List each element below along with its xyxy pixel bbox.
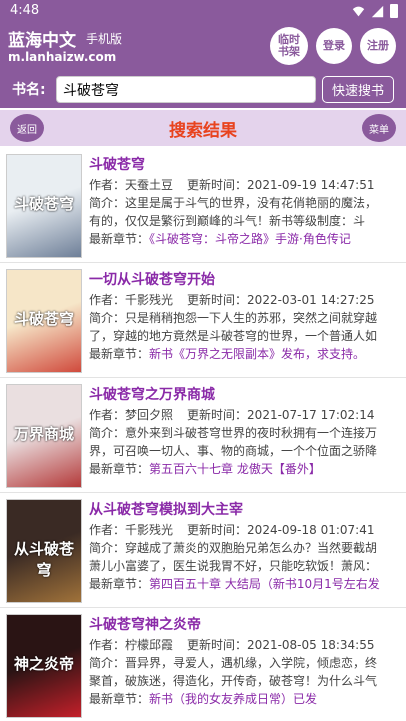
updated-time: 2024-09-18 01:07:41 bbox=[247, 523, 375, 537]
latest-chapter-link[interactable]: 第五百六十七章 龙傲天【番外】 bbox=[149, 462, 321, 476]
book-cover[interactable]: 神之炎帝 bbox=[6, 614, 82, 718]
page-title: 搜索结果 bbox=[169, 121, 237, 141]
search-label: 书名: bbox=[12, 82, 46, 98]
updated-time: 2022-03-01 14:27:25 bbox=[247, 293, 375, 307]
book-title[interactable]: 斗破苍穹神之炎帝 bbox=[89, 614, 402, 636]
author-label: 作者： bbox=[89, 293, 126, 307]
login-button[interactable]: 登录 bbox=[316, 28, 352, 64]
result-item[interactable]: 斗破苍穹 一切从斗破苍穹开始 作者：千影残光 更新时间：2022-03-01 14… bbox=[0, 263, 406, 378]
intro-label: 简介： bbox=[89, 541, 126, 555]
cover-title: 神之炎帝 bbox=[13, 655, 74, 673]
book-intro-line1: 晋异界，寻爱人，遇机缘，入学院，倾虑恋，终 bbox=[125, 656, 378, 670]
status-icons bbox=[352, 4, 398, 18]
author-label: 作者： bbox=[89, 408, 126, 422]
intro-label: 简介： bbox=[89, 196, 126, 210]
updated-label: 更新时间： bbox=[187, 523, 248, 537]
book-intro-line1: 这里是属于斗气的世界，没有花俏艳丽的魔法， bbox=[125, 196, 378, 210]
book-author[interactable]: 千影残光 bbox=[125, 293, 173, 307]
book-title[interactable]: 从斗破苍穹模拟到大主宰 bbox=[89, 499, 402, 521]
book-intro-line1: 只是稍稍抱怨一下人生的苏邪，突然之间就穿越 bbox=[125, 311, 378, 325]
quick-search-button[interactable]: 快速搜书 bbox=[322, 76, 394, 103]
book-author[interactable]: 千影残光 bbox=[125, 523, 173, 537]
site-url: m.lanhaizw.com bbox=[8, 50, 117, 64]
latest-chapter-link[interactable]: 新书（我的女友养成日常）已发 bbox=[149, 692, 317, 706]
author-label: 作者： bbox=[89, 178, 126, 192]
book-intro-line2: 有的，仅仅是繁衍到巅峰的斗气！新书等级制度：斗 bbox=[89, 214, 366, 228]
intro-label: 简介： bbox=[89, 311, 126, 325]
updated-time: 2021-07-17 17:02:14 bbox=[247, 408, 375, 422]
search-results-list: 斗破苍穹 斗破苍穹 作者：天蚕土豆 更新时间：2021-09-19 14:47:5… bbox=[0, 148, 406, 721]
latest-label: 最新章节： bbox=[89, 232, 150, 246]
status-bar: 4:48 bbox=[0, 0, 406, 22]
latest-label: 最新章节： bbox=[89, 347, 150, 361]
search-bar: 书名: 快速搜书 bbox=[0, 70, 406, 108]
site-subtitle: 手机版 bbox=[86, 32, 123, 46]
result-item[interactable]: 斗破苍穹 斗破苍穹 作者：天蚕土豆 更新时间：2021-09-19 14:47:5… bbox=[0, 148, 406, 263]
latest-chapter-link[interactable]: 新书《万界之无限副本》发布，求支持。 bbox=[149, 347, 365, 361]
updated-label: 更新时间： bbox=[187, 293, 248, 307]
book-intro-line2: 界，可召唤一切人、事、物的商城，一个个位面之骄降 bbox=[89, 444, 378, 458]
latest-label: 最新章节： bbox=[89, 462, 150, 476]
intro-label: 简介： bbox=[89, 426, 126, 440]
latest-label: 最新章节： bbox=[89, 692, 150, 706]
book-cover[interactable]: 斗破苍穹 bbox=[6, 154, 82, 258]
cover-title: 斗破苍穹 bbox=[13, 310, 74, 328]
author-label: 作者： bbox=[89, 523, 126, 537]
book-title[interactable]: 一切从斗破苍穹开始 bbox=[89, 269, 402, 291]
wifi-icon bbox=[352, 6, 365, 16]
updated-label: 更新时间： bbox=[187, 638, 248, 652]
updated-time: 2021-08-05 18:34:55 bbox=[247, 638, 375, 652]
result-item[interactable]: 神之炎帝 斗破苍穹神之炎帝 作者：柠檬邱霞 更新时间：2021-08-05 18:… bbox=[0, 608, 406, 721]
result-item[interactable]: 万界商城 斗破苍穹之万界商城 作者：梦回夕照 更新时间：2021-07-17 17… bbox=[0, 378, 406, 493]
site-header: 蓝海中文 手机版 m.lanhaizw.com 临时 书架 登录 注册 bbox=[0, 22, 406, 70]
cover-title: 万界商城 bbox=[13, 425, 74, 443]
book-author[interactable]: 天蚕土豆 bbox=[125, 178, 173, 192]
latest-chapter-link[interactable]: 第四百五十章 大结局（新书10月1号左右发 bbox=[149, 577, 380, 591]
book-cover[interactable]: 万界商城 bbox=[6, 384, 82, 488]
menu-button[interactable]: 菜单 bbox=[362, 114, 396, 142]
updated-label: 更新时间： bbox=[187, 408, 248, 422]
latest-label: 最新章节： bbox=[89, 577, 150, 591]
cover-title: 从斗破苍穹 bbox=[13, 540, 74, 579]
book-cover[interactable]: 从斗破苍穹 bbox=[6, 499, 82, 603]
updated-label: 更新时间： bbox=[187, 178, 248, 192]
book-title[interactable]: 斗破苍穹之万界商城 bbox=[89, 384, 402, 406]
book-author[interactable]: 梦回夕照 bbox=[125, 408, 173, 422]
status-time: 4:48 bbox=[10, 3, 40, 18]
signal-icon bbox=[371, 5, 384, 17]
intro-label: 简介： bbox=[89, 656, 126, 670]
book-author[interactable]: 柠檬邱霞 bbox=[125, 638, 173, 652]
book-intro-line1: 穿越成了萧炎的双胞胎兄弟怎么办？当然要截胡 bbox=[125, 541, 378, 555]
book-intro-line1: 意外来到斗破苍穹世界的夜时秋拥有一个连接万 bbox=[125, 426, 378, 440]
book-title[interactable]: 斗破苍穹 bbox=[89, 154, 402, 176]
site-name[interactable]: 蓝海中文 bbox=[8, 26, 76, 51]
latest-chapter-link[interactable]: 《斗破苍穹：斗帝之路》手游·角色传记 bbox=[149, 232, 351, 246]
register-button[interactable]: 注册 bbox=[360, 28, 396, 64]
book-cover[interactable]: 斗破苍穹 bbox=[6, 269, 82, 373]
cover-title: 斗破苍穹 bbox=[13, 195, 74, 213]
book-intro-line2: 了，穿越的地方竟然是斗破苍穹的世界，一个普通人如 bbox=[89, 329, 378, 343]
bookshelf-button[interactable]: 临时 书架 bbox=[270, 27, 308, 65]
updated-time: 2021-09-19 14:47:51 bbox=[247, 178, 375, 192]
search-input[interactable] bbox=[56, 76, 316, 103]
author-label: 作者： bbox=[89, 638, 126, 652]
book-intro-line2: 聚首，破族迷，得造化，开传奇，破苍穹！为什么斗气 bbox=[89, 674, 378, 688]
result-item[interactable]: 从斗破苍穹 从斗破苍穹模拟到大主宰 作者：千影残光 更新时间：2024-09-18… bbox=[0, 493, 406, 608]
title-bar: 返回 搜索结果 菜单 bbox=[0, 110, 406, 146]
book-intro-line2: 萧儿小富婆了，医生说我胃不好，只能吃软饭！萧风： bbox=[89, 559, 378, 573]
battery-icon bbox=[390, 4, 398, 18]
